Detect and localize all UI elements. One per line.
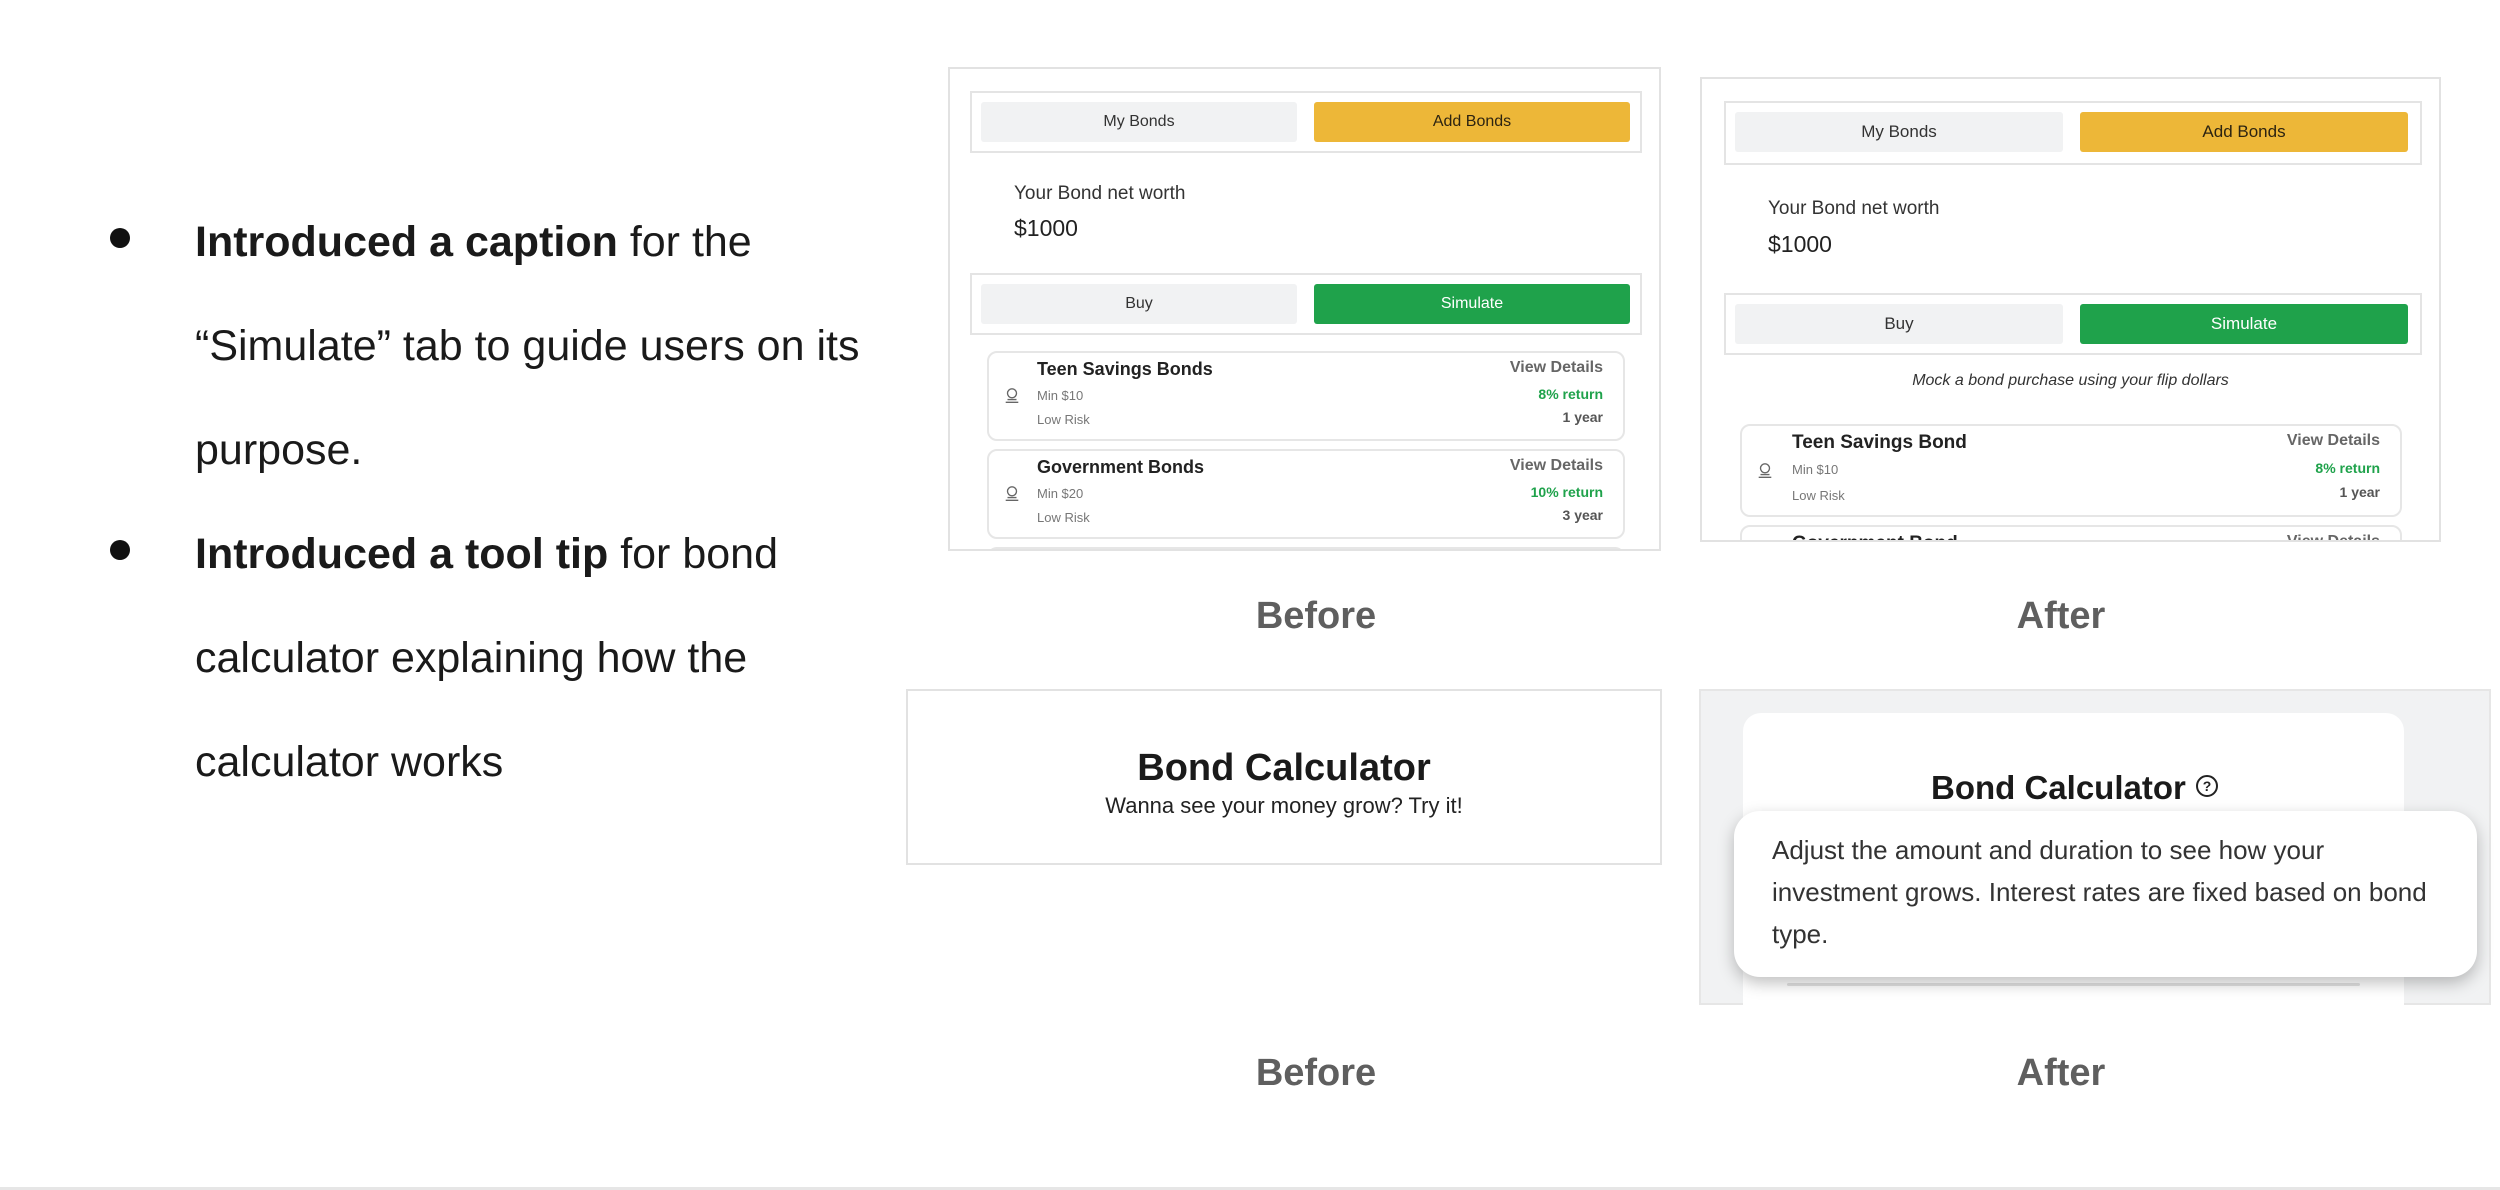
before-calculator: Bond Calculator Wanna see your money gro… [906,689,1662,865]
bond-card[interactable]: Government Bonds Min $20 Low Risk View D… [987,449,1625,539]
tab-add-bonds[interactable]: Add Bonds [1314,102,1630,142]
bond-name: Government Bonds [1037,457,1205,477]
bond-icon [1005,486,1019,501]
bond-icon [1758,463,1772,478]
bullet-text: purpose. [195,426,363,474]
bond-name: Teen Savings Bond [1792,432,1967,453]
before-app-screenshot: My Bonds Add Bonds Your Bond net worth $… [948,67,1661,551]
buy-button[interactable]: Buy [1735,304,2063,344]
calculator-title: Bond Calculator [1931,769,2186,806]
bond-risk: Low Risk [1037,412,1090,427]
bond-min: Min $10 [1037,388,1084,403]
caption-before: Before [1255,595,1377,637]
input-slider-track [1787,983,2360,986]
bond-card[interactable]: Teen Savings Bond Min $10 Low Risk View … [1740,424,2402,517]
bond-name: Teen Savings Bonds [1037,359,1213,379]
bullet-text: calculator works [195,738,504,786]
bond-risk: Low Risk [1792,488,1845,503]
tooltip-text: type. [1772,919,1829,949]
tab-bar: My Bonds Add Bonds [970,91,1642,153]
buy-button[interactable]: Buy [981,284,1297,324]
after-app-screenshot: My Bonds Add Bonds Your Bond net worth $… [1700,77,2441,542]
bullet-bold: Introduced a tool tip [195,530,609,578]
view-details-link[interactable]: View Details [2287,533,2380,540]
view-details-link[interactable]: View Details [2287,432,2380,450]
networth-label: Your Bond net worth [1014,183,1186,204]
simulate-button[interactable]: Simulate [2080,304,2408,344]
tab-my-bonds[interactable]: My Bonds [981,102,1297,142]
bullet-text: calculator explaining how the [195,634,748,682]
action-bar: Buy Simulate [970,273,1642,335]
simulate-caption: Mock a bond purchase using your flip dol… [1912,372,2229,389]
bond-risk: Low Risk [1037,510,1090,525]
calculator-title: Bond Calculator [1137,747,1431,789]
bullet-text: for bond [608,530,778,578]
networth-value: $1000 [1014,215,1078,241]
bond-term: 3 year [1562,507,1603,523]
caption-after: After [2016,1052,2106,1094]
bullet-tooltip: Introduced a tool tip for bond calculato… [100,502,900,814]
bond-icon [1005,388,1019,403]
bullet-dot-icon [110,540,130,560]
bond-min: Min $20 [1037,486,1084,501]
simulate-button[interactable]: Simulate [1314,284,1630,324]
action-bar: Buy Simulate [1724,293,2422,355]
caption-after: After [2016,595,2106,637]
networth-label: Your Bond net worth [1768,198,1940,219]
bond-term: 1 year [1562,409,1603,425]
bullet-dot-icon [110,228,130,248]
bullet-caption: Introduced a caption for the “Simulate” … [100,190,900,502]
bond-min: Min $10 [1792,462,1839,477]
tooltip-text: investment grows. Interest rates are fix… [1772,877,2427,907]
tooltip-text: Adjust the amount and duration to see ho… [1772,835,2325,865]
bond-card-partial[interactable]: Government Bond View Details [1740,525,2402,540]
caption-before: Before [1255,1052,1377,1094]
tab-add-bonds[interactable]: Add Bonds [2080,112,2408,152]
tab-my-bonds[interactable]: My Bonds [1735,112,2063,152]
bond-name: Government Bond [1792,533,1958,540]
view-details-link[interactable]: View Details [1510,457,1603,475]
bond-card[interactable]: Teen Savings Bonds Min $10 Low Risk View… [987,351,1625,441]
bond-card-partial[interactable] [987,547,1625,549]
improvements-list: Introduced a caption for the “Simulate” … [100,190,900,814]
bullet-bold: Introduced a caption [195,218,618,266]
view-details-link[interactable]: View Details [1510,359,1603,377]
bond-return: 10% return [1530,484,1603,500]
tab-bar: My Bonds Add Bonds [1724,101,2422,165]
bond-return: 8% return [2315,460,2380,476]
bond-term: 1 year [2339,484,2380,500]
bullet-text: for the [617,218,752,266]
calculator-tooltip: Adjust the amount and duration to see ho… [1734,811,2477,977]
networth-value: $1000 [1768,231,1832,257]
bond-return: 8% return [1538,386,1603,402]
help-icon[interactable]: ? [2196,775,2218,797]
bullet-text: “Simulate” tab to guide users on its [195,322,860,370]
calculator-subtitle: Wanna see your money grow? Try it! [1105,793,1463,818]
